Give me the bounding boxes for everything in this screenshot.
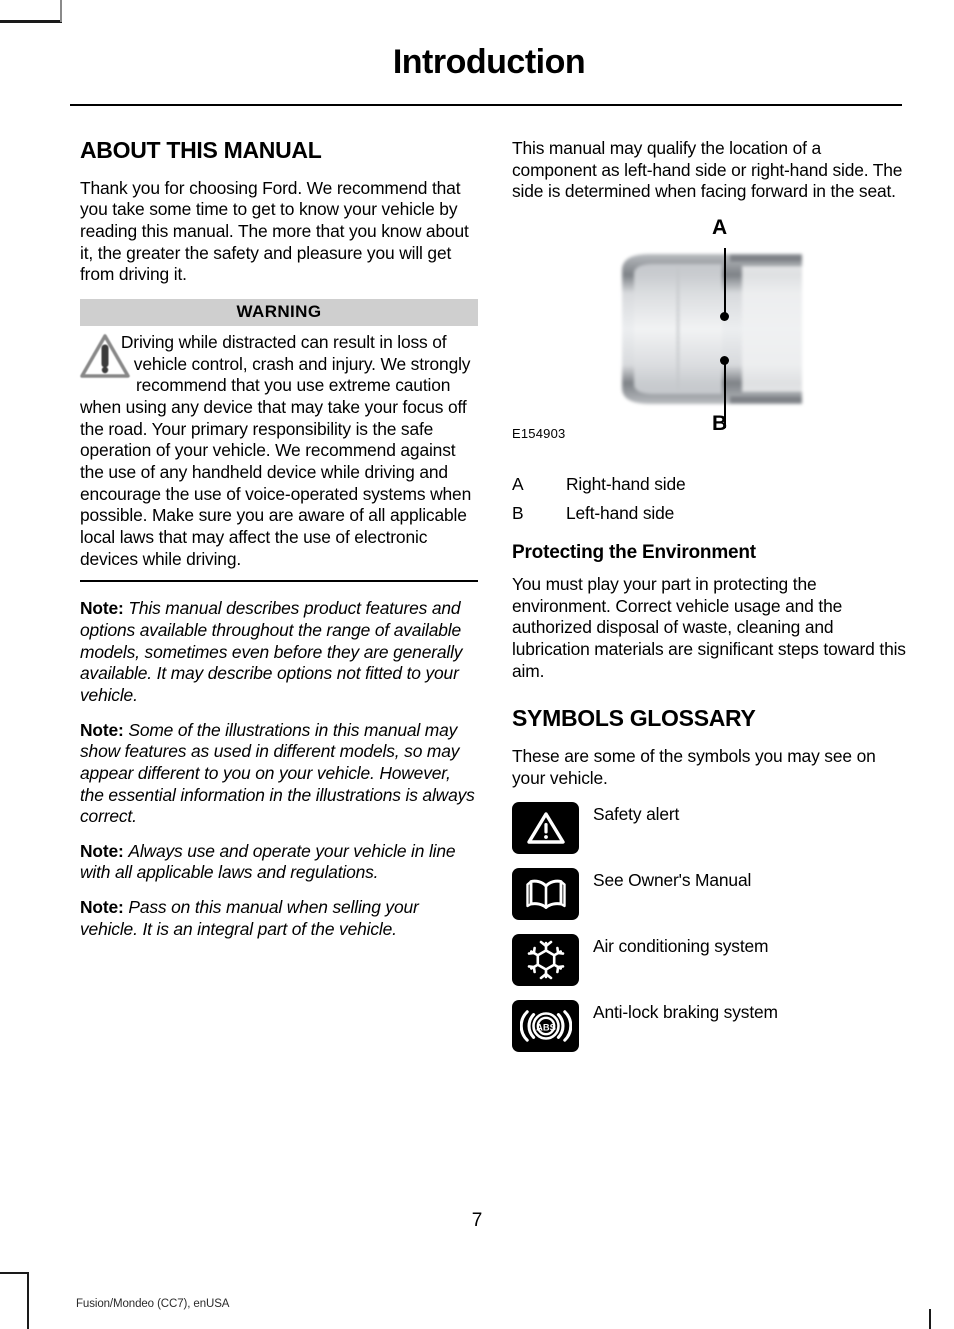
protecting-environment-text: You must play your part in protecting th… [512, 574, 906, 681]
warning-triangle-icon [80, 333, 130, 379]
legend-value: Right-hand side [566, 473, 686, 494]
figure-callout-b: B [712, 411, 728, 435]
crop-mark-bottom-right-vertical [929, 1309, 931, 1329]
note-label: Note: [80, 897, 124, 918]
vehicle-top-view-image [592, 244, 802, 414]
legend-value: Left-hand side [566, 502, 675, 523]
note-text: This manual describes product features a… [80, 598, 463, 705]
note-text: Always use and operate your vehicle in l… [80, 840, 456, 883]
figure-reference-code: E154903 [512, 425, 566, 441]
note-text: Pass on this manual when selling your ve… [80, 897, 419, 939]
note-label: Note: [80, 719, 124, 740]
page-header: Introduction [76, 43, 902, 81]
footer-document-id: Fusion/Mondeo (CC7), enUSA [76, 1298, 230, 1310]
symbol-label: Air conditioning system [593, 936, 769, 957]
snowflake-air-conditioning-icon [512, 934, 579, 987]
intro-paragraph: Thank you for choosing Ford. We recommen… [80, 177, 469, 285]
symbol-row: Safety alert [512, 802, 910, 855]
note-item: Note: Some of the illustrations in this … [80, 720, 478, 828]
header-divider [70, 104, 902, 106]
crop-mark-top-left-horizontal [0, 20, 62, 23]
abs-brake-icon: ABS [512, 1000, 579, 1053]
about-this-manual-heading: ABOUT THIS MANUAL [80, 137, 322, 163]
protecting-environment-heading: Protecting the Environment [512, 542, 756, 564]
legend-key: B [512, 502, 524, 523]
vehicle-orientation-figure: A B E154903 [512, 216, 910, 468]
page-number: 7 [471, 1210, 483, 1231]
note-label: Note: [80, 840, 124, 861]
right-column: This manual may qualify the location of … [512, 138, 910, 1066]
orientation-paragraph: This manual may qualify the location of … [512, 138, 903, 202]
note-item: Note: This manual describes product feat… [80, 598, 478, 706]
left-column: ABOUT THIS MANUAL Thank you for choosing… [80, 137, 478, 953]
symbols-glossary-intro: These are some of the symbols you may se… [512, 746, 876, 788]
figure-callout-a: A [712, 215, 728, 239]
note-label: Note: [80, 598, 124, 619]
symbol-label: See Owner's Manual [593, 870, 752, 891]
owners-manual-book-icon [512, 868, 579, 921]
note-item: Note: Pass on this manual when selling y… [80, 897, 478, 940]
legend-row: B Left-hand side [512, 503, 910, 525]
crop-mark-top-left-vertical [60, 0, 62, 22]
note-item: Note: Always use and operate your vehicl… [80, 841, 478, 884]
symbol-label: Safety alert [593, 804, 680, 825]
figure-leader-line-a [724, 247, 726, 315]
legend-row: A Right-hand side [512, 474, 910, 496]
warning-block: Driving while distracted can result in l… [80, 332, 478, 570]
page-title: Introduction [392, 43, 586, 81]
note-text: Some of the illustrations in this manual… [80, 719, 475, 827]
figure-point-a [720, 311, 729, 321]
svg-text:ABS: ABS [536, 1022, 556, 1033]
warning-divider [80, 580, 478, 583]
warning-bar-label: WARNING [80, 299, 478, 327]
warning-text: Driving while distracted can result in l… [80, 332, 472, 569]
symbols-glossary-heading: SYMBOLS GLOSSARY [512, 705, 756, 732]
symbol-row: ABS Anti-lock braking system [512, 1000, 910, 1053]
crop-mark-bottom-left-horizontal [0, 1272, 29, 1274]
symbols-list: Safety alert See Owner's Manual Air cond… [512, 802, 910, 1053]
figure-legend: A Right-hand side B Left-hand side [512, 474, 910, 524]
safety-alert-icon [512, 802, 579, 855]
symbol-label: Anti-lock braking system [593, 1002, 778, 1023]
symbol-row: Air conditioning system [512, 934, 910, 987]
symbol-row: See Owner's Manual [512, 868, 910, 921]
legend-key: A [512, 473, 524, 494]
crop-mark-bottom-left-vertical [27, 1272, 29, 1329]
